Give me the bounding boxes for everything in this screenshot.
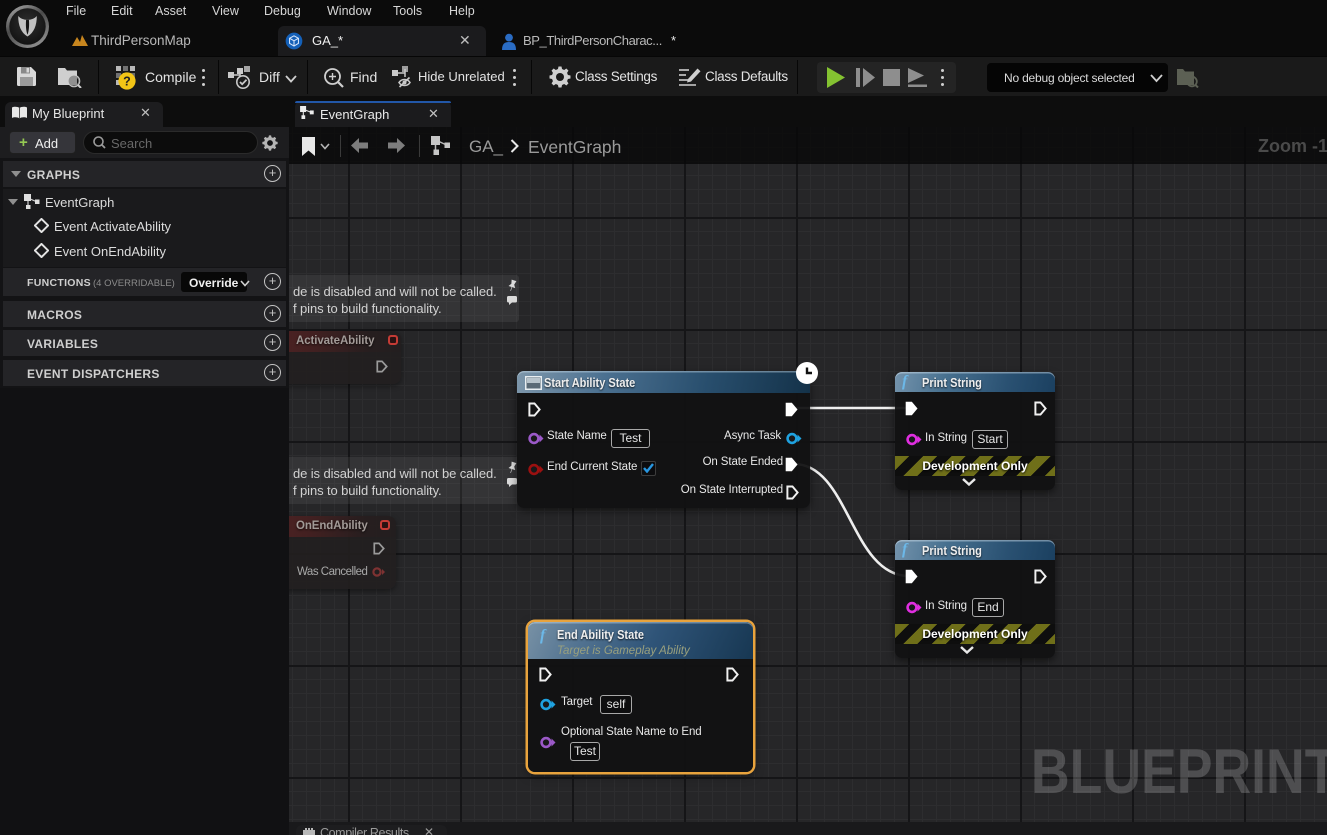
svg-text:?: ? [123,75,131,89]
